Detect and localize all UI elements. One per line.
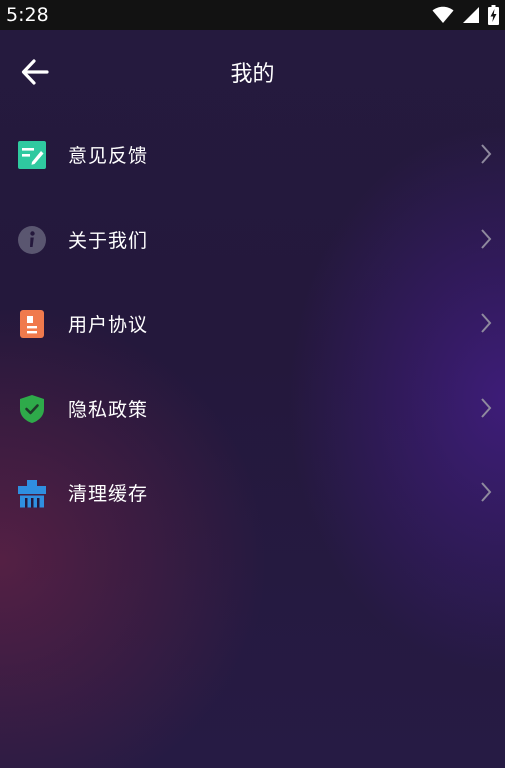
menu-item-clear-cache[interactable]: 清理缓存 (0, 450, 505, 535)
menu-item-about[interactable]: 关于我们 (0, 197, 505, 282)
menu-item-privacy-policy[interactable]: 隐私政策 (0, 366, 505, 451)
menu-item-feedback[interactable]: 意见反馈 (0, 112, 505, 197)
feedback-edit-icon (17, 140, 47, 170)
wifi-icon (432, 6, 454, 24)
info-icon (17, 225, 47, 255)
status-time: 5:28 (6, 4, 49, 26)
agreement-document-icon (17, 309, 47, 339)
menu-item-label: 隐私政策 (68, 398, 149, 421)
menu-item-label: 清理缓存 (68, 483, 149, 505)
privacy-shield-icon (17, 394, 47, 424)
status-icons (432, 5, 499, 25)
menu-item-user-agreement[interactable]: 用户协议 (0, 281, 505, 366)
chevron-right-icon (479, 312, 493, 334)
clear-cache-icon (17, 478, 47, 508)
menu-list: 意见反馈 关于我们 用户协议 隐私政策 清理缓存 (0, 112, 505, 535)
status-bar: 5:28 (0, 0, 505, 30)
cell-signal-icon (462, 6, 480, 24)
chevron-right-icon (479, 143, 493, 165)
menu-item-label: 用户协议 (68, 314, 149, 336)
menu-item-label: 关于我们 (68, 229, 149, 252)
battery-charging-icon (488, 5, 499, 25)
chevron-right-icon (479, 228, 493, 250)
app-bar: 我的 (0, 30, 505, 114)
chevron-right-icon (479, 481, 493, 503)
chevron-right-icon (479, 397, 493, 419)
menu-item-label: 意见反馈 (68, 145, 149, 167)
page-title: 我的 (230, 62, 275, 87)
